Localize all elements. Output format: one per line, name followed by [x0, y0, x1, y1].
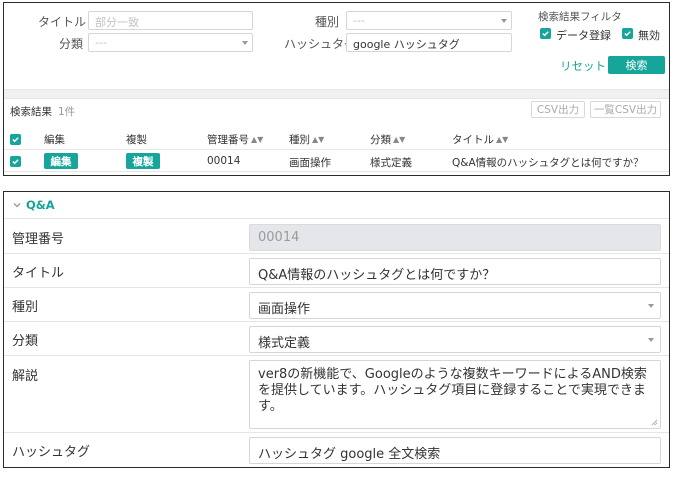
results-count: 1件	[58, 106, 76, 118]
category-filter-value: ---	[95, 36, 107, 49]
table-divider	[4, 149, 669, 150]
column-header-type-label: 種別	[289, 134, 310, 146]
sort-icon: ▲▼	[496, 135, 509, 144]
copy-button[interactable]: 複製	[126, 153, 160, 169]
title-input[interactable]: Q&A情報のハッシュタグとは何ですか？	[249, 258, 661, 285]
type-select-value: 画面操作	[258, 302, 311, 317]
result-filter-title: 検索結果フィルタ	[538, 11, 622, 23]
form-row-type: 種別 画面操作	[4, 288, 669, 322]
edit-button[interactable]: 編集	[44, 153, 78, 169]
column-header-category[interactable]: 分類 ▲▼	[370, 132, 405, 147]
row-category: 様式定義	[370, 157, 412, 169]
check-icon	[624, 31, 631, 37]
search-button[interactable]: 検索	[608, 56, 665, 74]
title-label: タイトル	[12, 266, 65, 281]
id-label: 管理番号	[12, 232, 65, 247]
row-select-checkbox[interactable]	[10, 156, 21, 167]
section-title: Q&A	[26, 198, 55, 212]
disabled-label: 無効	[638, 29, 660, 42]
column-header-id-label: 管理番号	[207, 134, 249, 146]
column-header-copy: 複製	[126, 134, 147, 146]
category-filter-label: 分類	[59, 37, 84, 51]
category-label: 分類	[12, 334, 39, 349]
results-title: 検索結果	[10, 106, 52, 118]
sort-icon: ▲▼	[312, 135, 325, 144]
section-divider	[4, 89, 669, 99]
row-id: 00014	[207, 155, 241, 167]
form-row-title: タイトル Q&A情報のハッシュタグとは何ですか？	[4, 254, 669, 288]
column-header-edit: 編集	[44, 134, 65, 146]
list-csv-export-button[interactable]: 一覧CSV出力	[590, 101, 661, 118]
category-select[interactable]: 様式定義	[249, 326, 661, 353]
type-label: 種別	[12, 300, 39, 315]
check-icon	[542, 31, 549, 37]
check-icon	[12, 137, 19, 143]
id-field: 00014	[249, 224, 661, 251]
sort-icon: ▲▼	[393, 135, 406, 144]
row-type: 画面操作	[289, 157, 331, 169]
disabled-checkbox[interactable]	[622, 28, 633, 39]
csv-export-button[interactable]: CSV出力	[531, 101, 585, 118]
check-icon	[12, 159, 19, 165]
title-filter-label: タイトル	[38, 15, 87, 29]
form-row-description: 解説 ver8の新機能で、Googleのような複数キーワードによるAND検索を提…	[4, 356, 669, 433]
table-divider	[4, 171, 669, 172]
detail-panel: Q&A 管理番号 00014 タイトル Q&A情報のハッシュタグとは何ですか？ …	[3, 191, 670, 468]
search-panel: タイトル 部分一致 種別 --- 分類 --- ハッシュタグ google ハッ…	[3, 2, 670, 176]
caret-down-icon	[648, 304, 654, 308]
caret-down-icon	[648, 338, 654, 342]
column-header-type[interactable]: 種別 ▲▼	[289, 132, 324, 147]
sort-icon: ▲▼	[251, 135, 264, 144]
caret-down-icon	[501, 19, 507, 23]
resize-grip-icon[interactable]	[651, 419, 658, 426]
chevron-down-icon	[13, 203, 21, 208]
row-title: Q&A情報のハッシュタグとは何ですか？	[452, 157, 644, 169]
hashtag-input[interactable]: ハッシュタグ google 全文検索	[249, 437, 661, 464]
description-label: 解説	[12, 369, 39, 384]
hashtag-label: ハッシュタグ	[12, 445, 91, 460]
form-row-hashtag: ハッシュタグ ハッシュタグ google 全文検索	[4, 433, 669, 467]
select-all-checkbox[interactable]	[10, 134, 21, 145]
column-header-title-label: タイトル	[452, 134, 494, 146]
type-filter-value: ---	[353, 14, 365, 27]
data-registered-checkbox[interactable]	[540, 28, 551, 39]
data-registered-label: データ登録	[556, 29, 611, 42]
description-text: ver8の新機能で、Googleのような複数キーワードによるAND検索を提供して…	[258, 367, 647, 414]
reset-link[interactable]: リセット	[560, 58, 606, 74]
search-form: タイトル 部分一致 種別 --- 分類 --- ハッシュタグ google ハッ…	[4, 3, 669, 89]
type-filter-label: 種別	[315, 15, 340, 29]
type-select[interactable]: 画面操作	[249, 292, 661, 319]
type-filter-select[interactable]: ---	[346, 11, 512, 30]
category-select-value: 様式定義	[258, 336, 311, 351]
column-header-category-label: 分類	[370, 134, 391, 146]
title-search-input[interactable]: 部分一致	[88, 11, 253, 30]
description-textarea[interactable]: ver8の新機能で、Googleのような複数キーワードによるAND検索を提供して…	[249, 360, 661, 429]
caret-down-icon	[242, 41, 248, 45]
qa-section-header[interactable]: Q&A	[4, 192, 669, 219]
category-filter-select[interactable]: ---	[88, 33, 253, 52]
hashtag-search-input[interactable]: google ハッシュタグ	[346, 33, 512, 52]
form-row-category: 分類 様式定義	[4, 322, 669, 356]
column-header-title[interactable]: タイトル ▲▼	[452, 132, 508, 147]
column-header-id[interactable]: 管理番号 ▲▼	[207, 132, 263, 147]
form-row-id: 管理番号 00014	[4, 219, 669, 254]
